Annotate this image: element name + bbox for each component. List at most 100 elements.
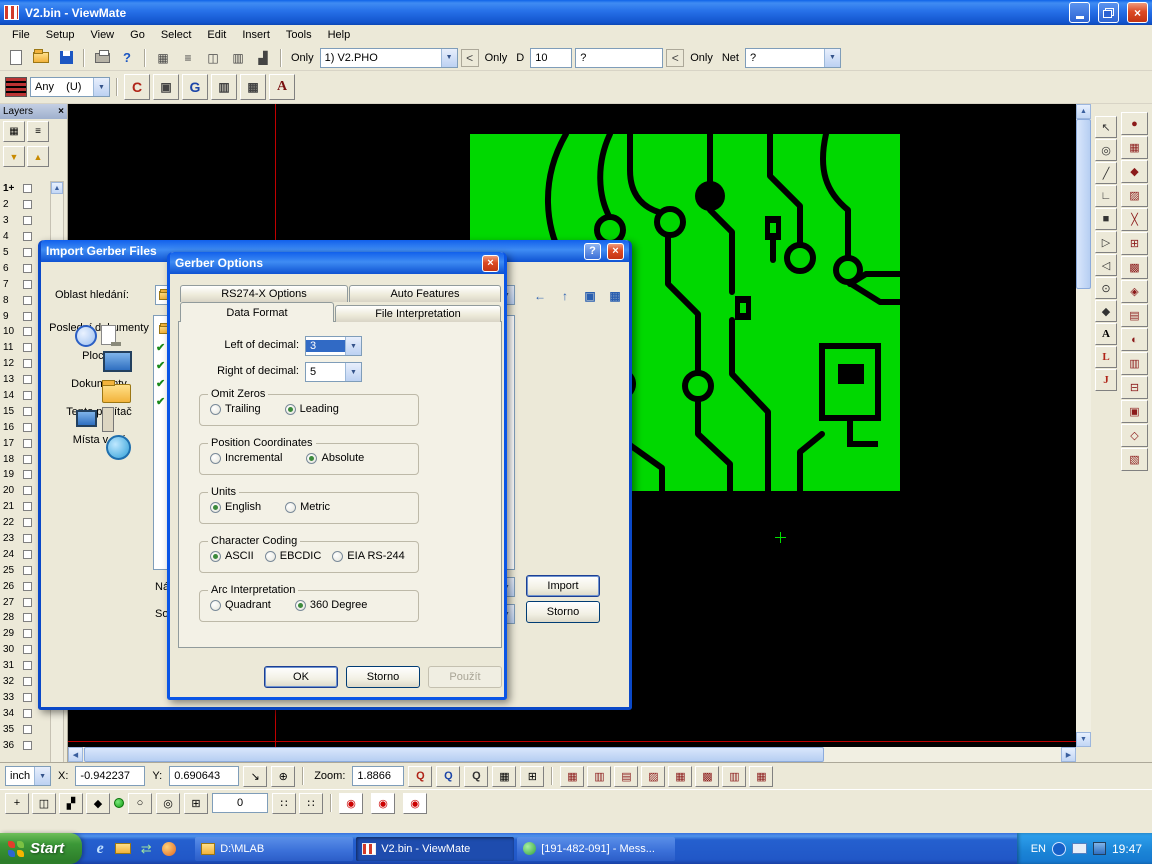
gerber-dialog-titlebar[interactable]: Gerber Options × — [170, 252, 504, 274]
layer-row[interactable]: 1+ — [0, 181, 50, 197]
pad-tool-button[interactable]: ▤ — [1121, 304, 1148, 327]
chevron-down-icon[interactable]: ▼ — [824, 49, 840, 67]
layer-checkbox[interactable] — [23, 264, 32, 273]
layer-checkbox[interactable] — [23, 693, 32, 702]
chevron-down-icon[interactable]: ▼ — [441, 49, 457, 67]
layer-checkbox[interactable] — [23, 280, 32, 289]
highlight-off-button[interactable]: ○ — [128, 793, 152, 814]
circle-aperture-button[interactable]: C — [124, 74, 150, 100]
layer-checkbox[interactable] — [23, 375, 32, 384]
chevron-down-icon[interactable]: ▼ — [345, 363, 361, 381]
misc-tool-button[interactable]: ▦ — [152, 47, 174, 69]
layer-checkbox[interactable] — [23, 598, 32, 607]
layer-checkbox[interactable] — [23, 407, 32, 416]
draw-tool-button[interactable]: ◁ — [1095, 254, 1117, 276]
layer-checkbox[interactable] — [23, 677, 32, 686]
layer-checkbox[interactable] — [23, 550, 32, 559]
layer-row[interactable]: 3 — [0, 213, 50, 229]
layer-checkbox[interactable] — [23, 709, 32, 718]
draw-tool-button[interactable]: ■ — [1095, 208, 1117, 230]
layer-checkbox[interactable] — [23, 327, 32, 336]
ok-button[interactable]: OK — [264, 666, 338, 688]
edit-tool-button[interactable]: ▞ — [59, 793, 83, 814]
radio-option[interactable]: EIA RS-244 — [332, 550, 404, 562]
misc-tool-button[interactable]: ▟ — [252, 47, 274, 69]
pad-tool-button[interactable]: ◐ — [1121, 328, 1148, 351]
layer-checkbox[interactable] — [23, 391, 32, 400]
layer-checkbox[interactable] — [23, 613, 32, 622]
layer-checkbox[interactable] — [23, 455, 32, 464]
restore-button[interactable] — [1098, 2, 1119, 23]
layer-checkbox[interactable] — [23, 741, 32, 750]
tab[interactable]: Data Format — [180, 302, 334, 322]
tab[interactable]: Auto Features — [349, 285, 501, 302]
draw-tool-button[interactable]: J — [1095, 369, 1117, 391]
dialog-close-button[interactable]: × — [607, 243, 624, 260]
pad-display-button[interactable]: ◉ — [371, 793, 395, 814]
misc-tool-button[interactable]: ▥ — [227, 47, 249, 69]
pattern-tool-button[interactable]: ▩ — [695, 766, 719, 787]
sync-shortcut-icon[interactable]: ⇄ — [138, 841, 154, 857]
pad-tool-button[interactable]: ⊞ — [1121, 232, 1148, 255]
grid-toggle-button[interactable]: ▦ — [492, 766, 516, 787]
dot-grid-button[interactable]: ∷ — [272, 793, 296, 814]
pad-tool-button[interactable]: ◆ — [1121, 160, 1148, 183]
text-aperture-button[interactable]: A — [269, 74, 295, 100]
layer-checkbox[interactable] — [23, 534, 32, 543]
radio-option[interactable]: English — [210, 501, 261, 513]
layer-checkbox[interactable] — [23, 582, 32, 591]
layer-checkbox[interactable] — [23, 200, 32, 209]
dcode-value-field[interactable]: 10 — [530, 48, 572, 68]
tab[interactable]: RS274-X Options — [180, 285, 348, 302]
title-bar[interactable]: V2.bin - ViewMate × — [0, 0, 1152, 25]
pad-tool-button[interactable]: ╳ — [1121, 208, 1148, 231]
pad-tool-button[interactable]: ● — [1121, 112, 1148, 135]
apply-button[interactable]: Použít — [428, 666, 502, 688]
draw-tool-button[interactable]: ◎ — [1095, 139, 1117, 161]
scroll-up-icon[interactable]: ▲ — [1076, 104, 1091, 119]
pad-tool-button[interactable]: ▧ — [1121, 448, 1148, 471]
chevron-down-icon[interactable]: ▼ — [345, 337, 361, 355]
grid-settings-button[interactable]: ⊞ — [184, 793, 208, 814]
scroll-down-icon[interactable]: ▼ — [1076, 732, 1091, 747]
pattern-tool-button[interactable]: ▥ — [587, 766, 611, 787]
menu-item[interactable]: View — [82, 27, 122, 43]
dot-grid-button[interactable]: ∷ — [299, 793, 323, 814]
close-icon[interactable]: × — [58, 106, 64, 117]
pad-tool-button[interactable]: ◈ — [1121, 280, 1148, 303]
place-item[interactable]: Dokumenty — [49, 376, 149, 390]
layer-checkbox[interactable] — [23, 661, 32, 670]
zoom-in-button[interactable]: Q — [408, 766, 432, 787]
dcode-grid-icon[interactable] — [5, 77, 27, 97]
misc-tool-button[interactable]: ◫ — [202, 47, 224, 69]
scroll-right-icon[interactable]: ▶ — [1061, 747, 1076, 762]
pad-tool-button[interactable]: ▨ — [1121, 184, 1148, 207]
layer-checkbox[interactable] — [23, 343, 32, 352]
radio-option[interactable]: ASCII — [210, 550, 254, 562]
pad-tool-button[interactable]: ▦ — [1121, 136, 1148, 159]
pad-tool-button[interactable]: ◇ — [1121, 424, 1148, 447]
layer-checkbox[interactable] — [23, 359, 32, 368]
layer-checkbox[interactable] — [23, 645, 32, 654]
import-button[interactable]: Import — [526, 575, 600, 597]
radio-option[interactable]: Metric — [285, 501, 330, 513]
pattern-tool-button[interactable]: ▨ — [641, 766, 665, 787]
layer-list-button[interactable]: ≡ — [27, 121, 49, 142]
up-folder-icon[interactable]: ↑ — [554, 285, 576, 307]
aperture-filter-combo[interactable]: Any (U) ▼ — [30, 77, 110, 97]
menu-item[interactable]: Insert — [234, 27, 278, 43]
radio-option[interactable]: Incremental — [210, 452, 282, 464]
draw-tool-button[interactable]: ▷ — [1095, 231, 1117, 253]
dialog-help-button[interactable]: ? — [584, 243, 601, 260]
zoom-window-button[interactable]: Q — [464, 766, 488, 787]
layer-combo[interactable]: 1) V2.PHO ▼ — [320, 48, 458, 68]
taskbar-clock[interactable]: 19:47 — [1112, 842, 1142, 856]
keyboard-tray-icon[interactable] — [1072, 843, 1087, 854]
grid-size-field[interactable]: 0 — [212, 793, 268, 813]
pattern-tool-button[interactable]: ▦ — [749, 766, 773, 787]
right-decimal-combo[interactable]: 5 ▼ — [305, 362, 362, 382]
menu-item[interactable]: Go — [122, 27, 153, 43]
draw-tool-button[interactable]: ⊙ — [1095, 277, 1117, 299]
move-layer-up-button[interactable]: ▲ — [27, 146, 49, 167]
layer-checkbox[interactable] — [23, 248, 32, 257]
